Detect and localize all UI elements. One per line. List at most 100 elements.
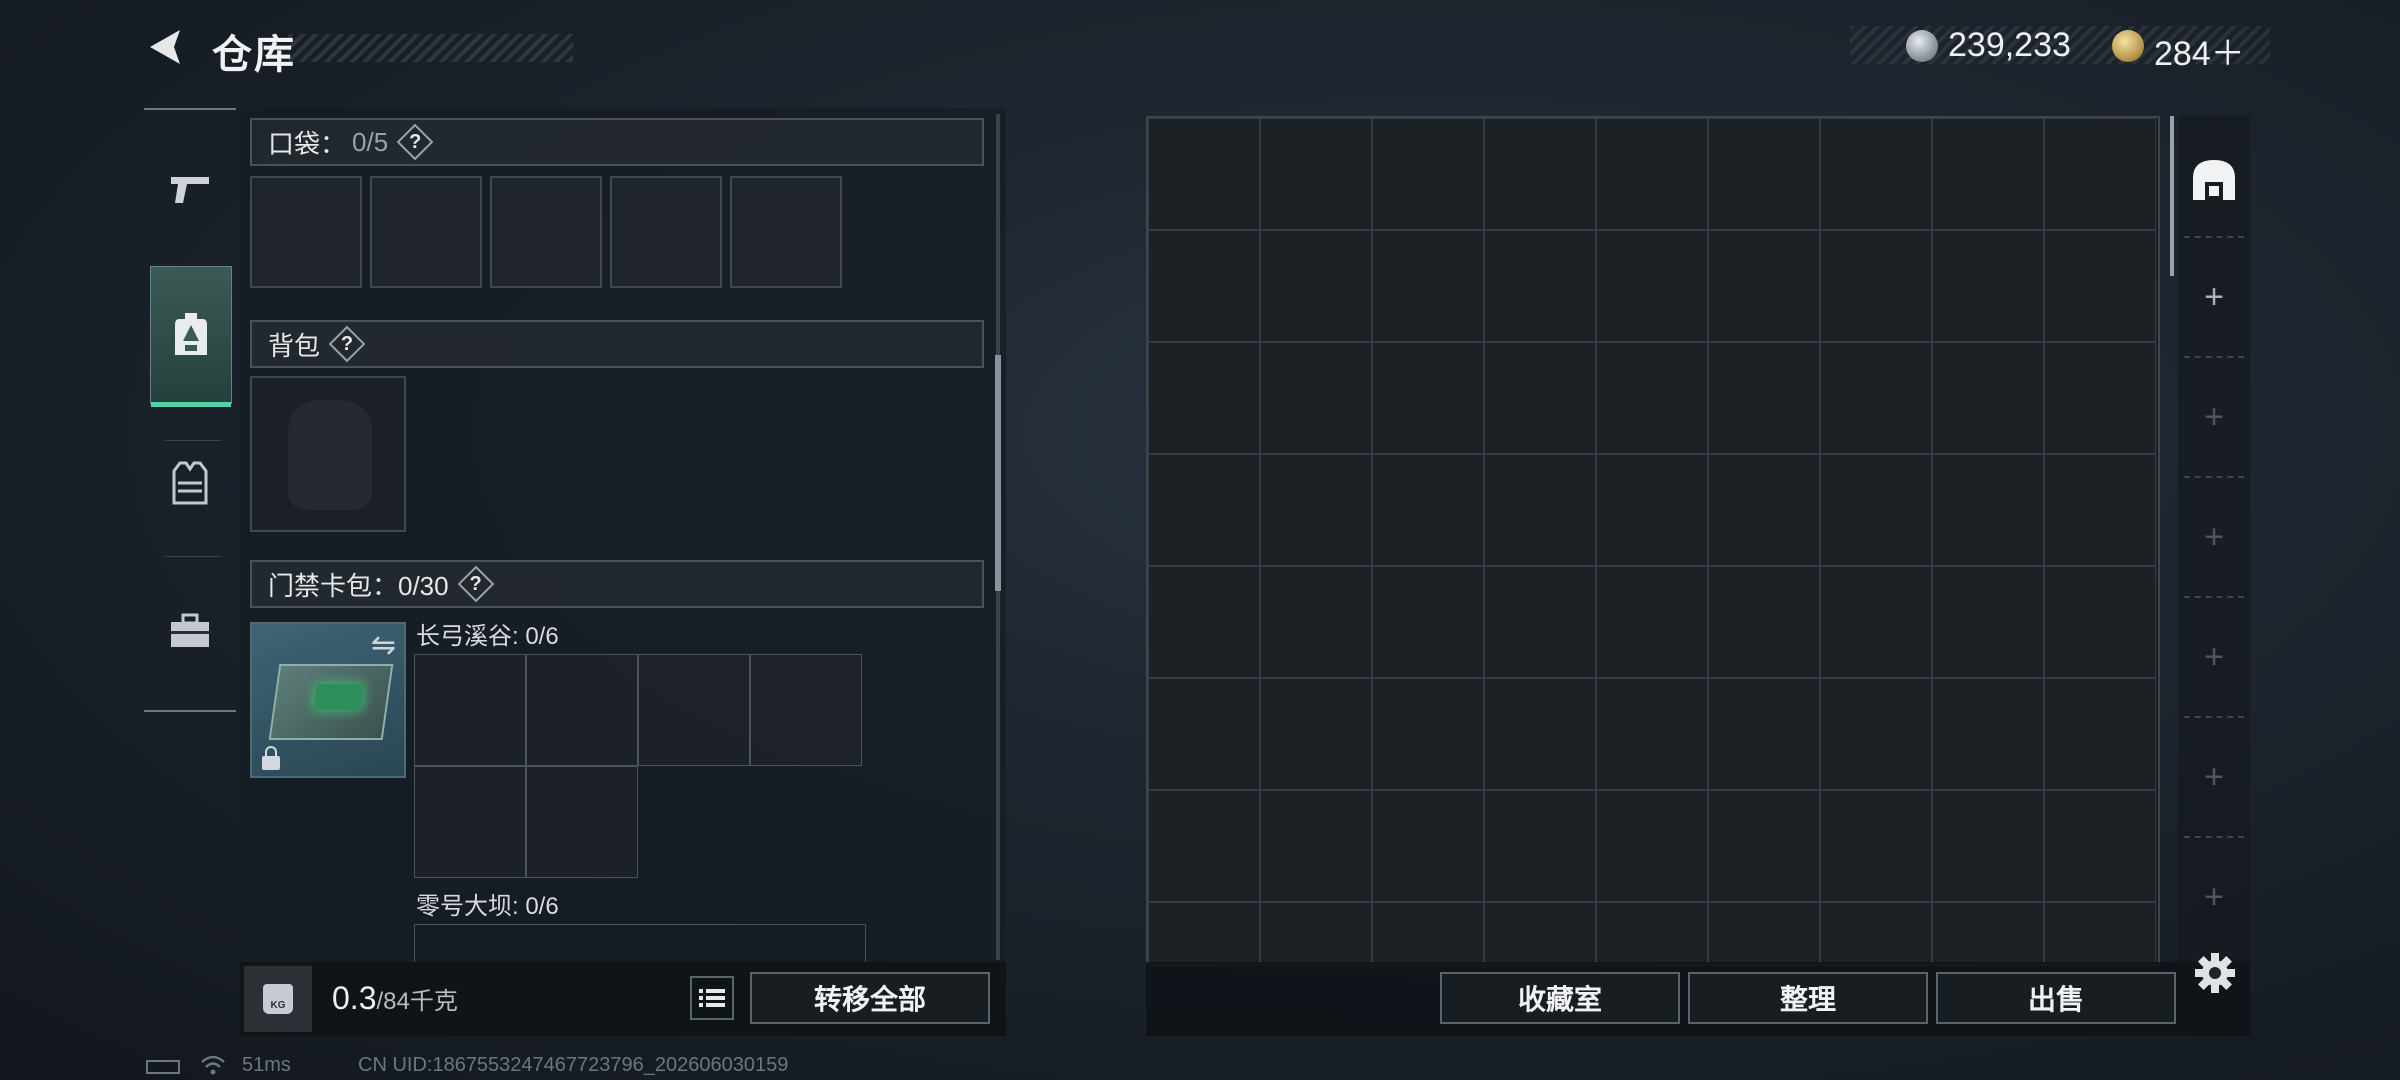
storage-slot[interactable] bbox=[1820, 230, 1932, 342]
backpack-slot[interactable] bbox=[250, 376, 406, 532]
storage-slot[interactable] bbox=[1932, 790, 2044, 902]
storage-slot[interactable] bbox=[1484, 678, 1596, 790]
storage-slot[interactable] bbox=[1372, 118, 1484, 230]
storage-slot[interactable] bbox=[1260, 230, 1372, 342]
storage-slot[interactable] bbox=[1708, 566, 1820, 678]
storage-slot[interactable] bbox=[1148, 566, 1260, 678]
storage-slot[interactable] bbox=[1708, 902, 1820, 964]
storage-slot[interactable] bbox=[1708, 342, 1820, 454]
sell-button[interactable]: 出售 bbox=[1936, 972, 2176, 1024]
storage-slot[interactable] bbox=[1372, 902, 1484, 964]
storage-slot[interactable] bbox=[1260, 342, 1372, 454]
storage-slot[interactable] bbox=[1484, 230, 1596, 342]
left-scrollbar-thumb[interactable] bbox=[995, 355, 1001, 591]
pocket-slot[interactable] bbox=[610, 176, 722, 288]
favorites-room-button[interactable]: 收藏室 bbox=[1440, 972, 1680, 1024]
storage-slot[interactable] bbox=[1932, 118, 2044, 230]
storage-slot[interactable] bbox=[1820, 342, 1932, 454]
storage-slot[interactable] bbox=[2044, 230, 2156, 342]
storage-slot[interactable] bbox=[2044, 342, 2156, 454]
storage-slot[interactable] bbox=[1820, 118, 1932, 230]
transfer-all-button[interactable]: 转移全部 bbox=[750, 972, 990, 1024]
storage-slot[interactable] bbox=[1484, 790, 1596, 902]
storage-slot[interactable] bbox=[1708, 790, 1820, 902]
storage-slot[interactable] bbox=[1260, 118, 1372, 230]
storage-slot[interactable] bbox=[1484, 118, 1596, 230]
storage-slot[interactable] bbox=[1148, 454, 1260, 566]
storage-slot[interactable] bbox=[2044, 902, 2156, 964]
storage-slot[interactable] bbox=[1820, 566, 1932, 678]
storage-slot[interactable] bbox=[1372, 790, 1484, 902]
storage-slot[interactable] bbox=[1260, 902, 1372, 964]
pocket-slot[interactable] bbox=[490, 176, 602, 288]
storage-slot[interactable] bbox=[1372, 454, 1484, 566]
storage-slot[interactable] bbox=[1932, 342, 2044, 454]
storage-slot[interactable] bbox=[1596, 678, 1708, 790]
storage-slot[interactable] bbox=[1708, 454, 1820, 566]
storage-slot[interactable] bbox=[1148, 678, 1260, 790]
storage-slot[interactable] bbox=[1372, 342, 1484, 454]
storage-slot[interactable] bbox=[1820, 790, 1932, 902]
keycard-slot[interactable] bbox=[526, 766, 638, 878]
add-storage-tab-button[interactable]: + bbox=[2178, 238, 2250, 356]
storage-slot[interactable] bbox=[2044, 566, 2156, 678]
storage-slot[interactable] bbox=[2044, 454, 2156, 566]
storage-slot[interactable] bbox=[1596, 790, 1708, 902]
storage-scrollbar[interactable] bbox=[2170, 116, 2174, 276]
storage-slot[interactable] bbox=[1932, 566, 2044, 678]
keycard-holder-item[interactable]: ⇋ bbox=[250, 622, 406, 778]
storage-slot[interactable] bbox=[2044, 790, 2156, 902]
storage-slot[interactable] bbox=[1260, 454, 1372, 566]
storage-slot[interactable] bbox=[1708, 678, 1820, 790]
pocket-slot[interactable] bbox=[370, 176, 482, 288]
storage-slot[interactable] bbox=[1260, 790, 1372, 902]
nav-item-case[interactable] bbox=[150, 586, 230, 676]
storage-slot[interactable] bbox=[1596, 566, 1708, 678]
storage-slot[interactable] bbox=[1596, 118, 1708, 230]
keycard-slot[interactable] bbox=[750, 654, 862, 766]
storage-slot[interactable] bbox=[2044, 678, 2156, 790]
storage-slot[interactable] bbox=[1484, 902, 1596, 964]
nav-item-weapons[interactable] bbox=[150, 144, 230, 234]
pocket-slot[interactable] bbox=[250, 176, 362, 288]
gold-currency-value[interactable]: 284＋ bbox=[2154, 26, 2245, 75]
organize-button[interactable]: 整理 bbox=[1688, 972, 1928, 1024]
storage-slot[interactable] bbox=[1372, 678, 1484, 790]
storage-slot[interactable] bbox=[1148, 790, 1260, 902]
keycard-slot[interactable] bbox=[638, 654, 750, 766]
keycard-slot[interactable] bbox=[414, 766, 526, 878]
storage-slot[interactable] bbox=[1820, 454, 1932, 566]
help-icon[interactable]: ? bbox=[400, 127, 430, 157]
settings-gear-icon[interactable] bbox=[2194, 952, 2236, 994]
storage-slot[interactable] bbox=[1484, 454, 1596, 566]
pocket-slot[interactable] bbox=[730, 176, 842, 288]
storage-slot[interactable] bbox=[1260, 678, 1372, 790]
storage-slot[interactable] bbox=[1372, 230, 1484, 342]
storage-slot[interactable] bbox=[1148, 230, 1260, 342]
storage-slot[interactable] bbox=[1596, 902, 1708, 964]
storage-slot[interactable] bbox=[2044, 118, 2156, 230]
storage-slot[interactable] bbox=[1484, 342, 1596, 454]
nav-item-vest[interactable] bbox=[150, 438, 230, 528]
storage-slot[interactable] bbox=[1596, 454, 1708, 566]
keycard-slot[interactable] bbox=[414, 654, 526, 766]
nav-item-backpack[interactable] bbox=[150, 266, 232, 407]
storage-slot[interactable] bbox=[1260, 566, 1372, 678]
help-icon[interactable]: ? bbox=[461, 569, 491, 599]
storage-slot[interactable] bbox=[1932, 454, 2044, 566]
storage-slot[interactable] bbox=[1148, 342, 1260, 454]
help-icon[interactable]: ? bbox=[332, 329, 362, 359]
storage-slot[interactable] bbox=[1820, 902, 1932, 964]
storage-slot[interactable] bbox=[1596, 230, 1708, 342]
storage-slot[interactable] bbox=[1708, 230, 1820, 342]
storage-tab-main[interactable] bbox=[2178, 120, 2250, 238]
storage-slot[interactable] bbox=[1148, 118, 1260, 230]
storage-slot[interactable] bbox=[1820, 678, 1932, 790]
swap-icon[interactable]: ⇋ bbox=[371, 628, 396, 663]
storage-slot[interactable] bbox=[1932, 678, 2044, 790]
storage-slot[interactable] bbox=[1484, 566, 1596, 678]
back-icon[interactable] bbox=[140, 22, 190, 72]
storage-slot[interactable] bbox=[1932, 230, 2044, 342]
storage-slot[interactable] bbox=[1708, 118, 1820, 230]
storage-slot[interactable] bbox=[1932, 902, 2044, 964]
